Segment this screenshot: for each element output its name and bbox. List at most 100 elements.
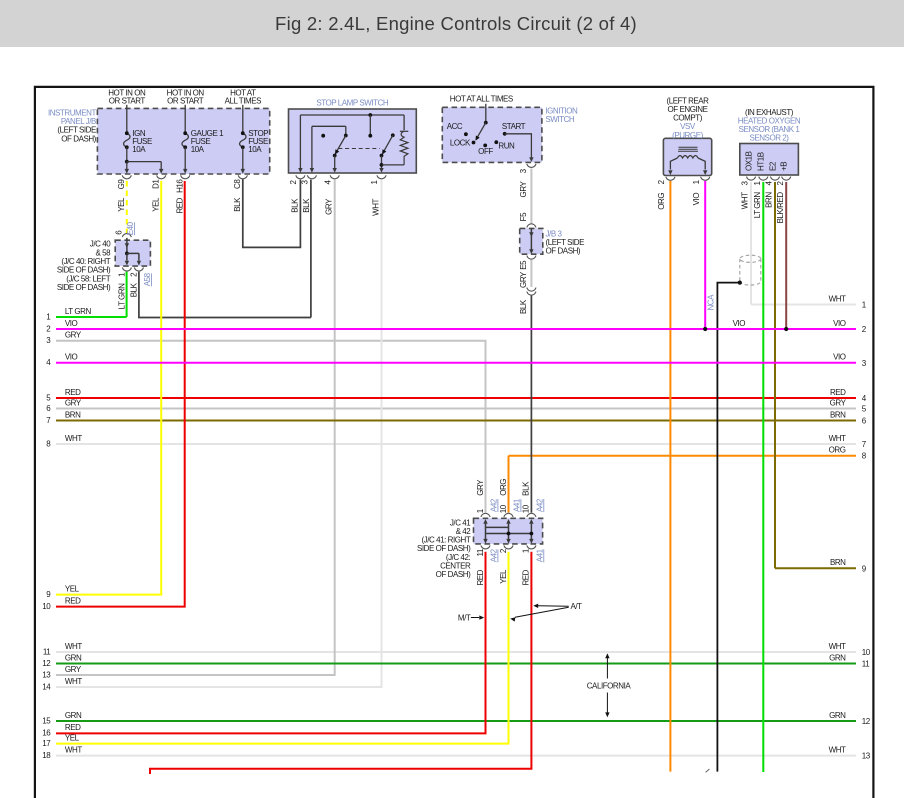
svg-text:16: 16 bbox=[42, 729, 51, 738]
svg-text:VIO: VIO bbox=[833, 353, 846, 362]
svg-text:14: 14 bbox=[42, 682, 51, 691]
svg-text:GRY: GRY bbox=[476, 479, 485, 496]
svg-text:E2: E2 bbox=[768, 161, 777, 171]
svg-text:E5: E5 bbox=[519, 260, 528, 270]
svg-text:YEL: YEL bbox=[117, 197, 126, 212]
svg-text:2: 2 bbox=[46, 324, 51, 333]
svg-text:OR START: OR START bbox=[167, 96, 204, 105]
svg-text:BLK/RED: BLK/RED bbox=[776, 192, 785, 224]
svg-text:GRN: GRN bbox=[65, 653, 82, 662]
svg-text:WHT: WHT bbox=[372, 198, 381, 215]
svg-text:3: 3 bbox=[46, 336, 51, 345]
svg-text:1: 1 bbox=[753, 181, 762, 186]
svg-text:10: 10 bbox=[862, 648, 871, 657]
svg-text:A42: A42 bbox=[490, 498, 499, 512]
svg-text:4: 4 bbox=[46, 358, 51, 367]
svg-text:+B: +B bbox=[780, 162, 789, 171]
svg-text:WHT: WHT bbox=[65, 642, 82, 651]
svg-text:18: 18 bbox=[42, 751, 51, 760]
svg-text:A41: A41 bbox=[513, 498, 522, 512]
svg-text:GRN: GRN bbox=[65, 711, 82, 720]
svg-text:BLK: BLK bbox=[233, 197, 242, 212]
svg-text:M/T: M/T bbox=[458, 614, 471, 623]
svg-text:BLK: BLK bbox=[522, 481, 531, 496]
svg-text:5: 5 bbox=[862, 405, 867, 414]
svg-text:4: 4 bbox=[323, 180, 332, 185]
svg-text:WHT: WHT bbox=[741, 192, 750, 209]
svg-text:12: 12 bbox=[42, 659, 51, 668]
svg-text:1: 1 bbox=[370, 180, 379, 185]
svg-text:5: 5 bbox=[46, 393, 51, 402]
svg-text:11: 11 bbox=[43, 647, 51, 656]
svg-text:1: 1 bbox=[476, 508, 485, 513]
svg-text:GRY: GRY bbox=[65, 331, 82, 340]
svg-text:10: 10 bbox=[42, 602, 51, 611]
svg-text:A/T: A/T bbox=[571, 602, 583, 611]
svg-text:& 58: & 58 bbox=[96, 248, 112, 257]
svg-text:RED: RED bbox=[65, 388, 81, 397]
svg-text:WHT: WHT bbox=[65, 677, 82, 686]
svg-text:RED: RED bbox=[176, 197, 185, 213]
svg-text:15: 15 bbox=[42, 716, 51, 725]
svg-text:6: 6 bbox=[46, 404, 51, 413]
svg-text:4: 4 bbox=[765, 181, 774, 186]
svg-text:RED: RED bbox=[522, 569, 531, 585]
svg-text:J/C 40: J/C 40 bbox=[90, 240, 111, 249]
svg-text:WHT: WHT bbox=[829, 745, 846, 754]
svg-text:VIO: VIO bbox=[65, 319, 78, 328]
svg-text:10A: 10A bbox=[132, 145, 146, 154]
svg-text:1: 1 bbox=[46, 312, 51, 321]
svg-text:8: 8 bbox=[46, 439, 51, 448]
svg-text:NCA: NCA bbox=[707, 294, 716, 311]
svg-text:A42: A42 bbox=[490, 548, 499, 562]
svg-text:ORG: ORG bbox=[657, 193, 666, 210]
svg-text:GRY: GRY bbox=[325, 198, 334, 215]
svg-text:2: 2 bbox=[862, 325, 867, 334]
svg-text:OF DASH): OF DASH) bbox=[61, 134, 96, 143]
svg-text:BLK: BLK bbox=[290, 198, 299, 213]
svg-text:VIO: VIO bbox=[733, 319, 746, 328]
svg-text:2: 2 bbox=[289, 180, 298, 185]
svg-text:(J/C 58: LEFT: (J/C 58: LEFT bbox=[66, 274, 111, 283]
svg-text:10A: 10A bbox=[191, 145, 205, 154]
svg-text:VIO: VIO bbox=[833, 319, 846, 328]
svg-text:(PURGE): (PURGE) bbox=[672, 131, 703, 140]
svg-text:BLK: BLK bbox=[129, 282, 138, 297]
svg-text:(J/C 40: RIGHT: (J/C 40: RIGHT bbox=[61, 257, 110, 266]
svg-text:RED: RED bbox=[65, 596, 81, 605]
svg-text:LT GRN: LT GRN bbox=[753, 192, 762, 219]
svg-text:SIDE OF DASH): SIDE OF DASH) bbox=[57, 266, 111, 275]
svg-text:WHT: WHT bbox=[829, 642, 846, 651]
svg-text:WHT: WHT bbox=[65, 745, 82, 754]
svg-text:7: 7 bbox=[46, 416, 51, 425]
svg-text:4: 4 bbox=[862, 394, 867, 403]
svg-text:6: 6 bbox=[862, 417, 867, 426]
svg-text:9: 9 bbox=[46, 590, 51, 599]
svg-text:1: 1 bbox=[862, 301, 867, 310]
svg-text:START: START bbox=[502, 122, 526, 131]
svg-text:A42: A42 bbox=[535, 498, 544, 512]
svg-text:YEL: YEL bbox=[65, 584, 80, 593]
svg-text:A41: A41 bbox=[535, 548, 544, 562]
svg-text:RED: RED bbox=[476, 569, 485, 585]
svg-text:BLK: BLK bbox=[302, 198, 311, 213]
svg-text:LT GRN: LT GRN bbox=[65, 307, 92, 316]
svg-text:GRY: GRY bbox=[65, 398, 82, 407]
svg-text:ORG: ORG bbox=[829, 446, 846, 455]
svg-text:BRN: BRN bbox=[830, 558, 846, 567]
svg-text:H16: H16 bbox=[176, 179, 185, 193]
svg-text:WHT: WHT bbox=[829, 294, 846, 303]
svg-text:BRN: BRN bbox=[830, 410, 846, 419]
svg-text:2: 2 bbox=[776, 181, 785, 186]
svg-text:3: 3 bbox=[741, 181, 750, 186]
svg-text:GRY: GRY bbox=[65, 665, 82, 674]
svg-text:10: 10 bbox=[499, 504, 508, 513]
svg-text:1: 1 bbox=[117, 272, 126, 277]
svg-text:17: 17 bbox=[42, 739, 51, 748]
svg-text:OF DASH): OF DASH) bbox=[546, 247, 581, 256]
svg-text:VIO: VIO bbox=[692, 193, 701, 206]
svg-text:ACC: ACC bbox=[447, 122, 463, 131]
svg-text:11: 11 bbox=[862, 660, 870, 669]
svg-text:ORG: ORG bbox=[499, 479, 508, 496]
svg-text:F5: F5 bbox=[519, 212, 528, 221]
